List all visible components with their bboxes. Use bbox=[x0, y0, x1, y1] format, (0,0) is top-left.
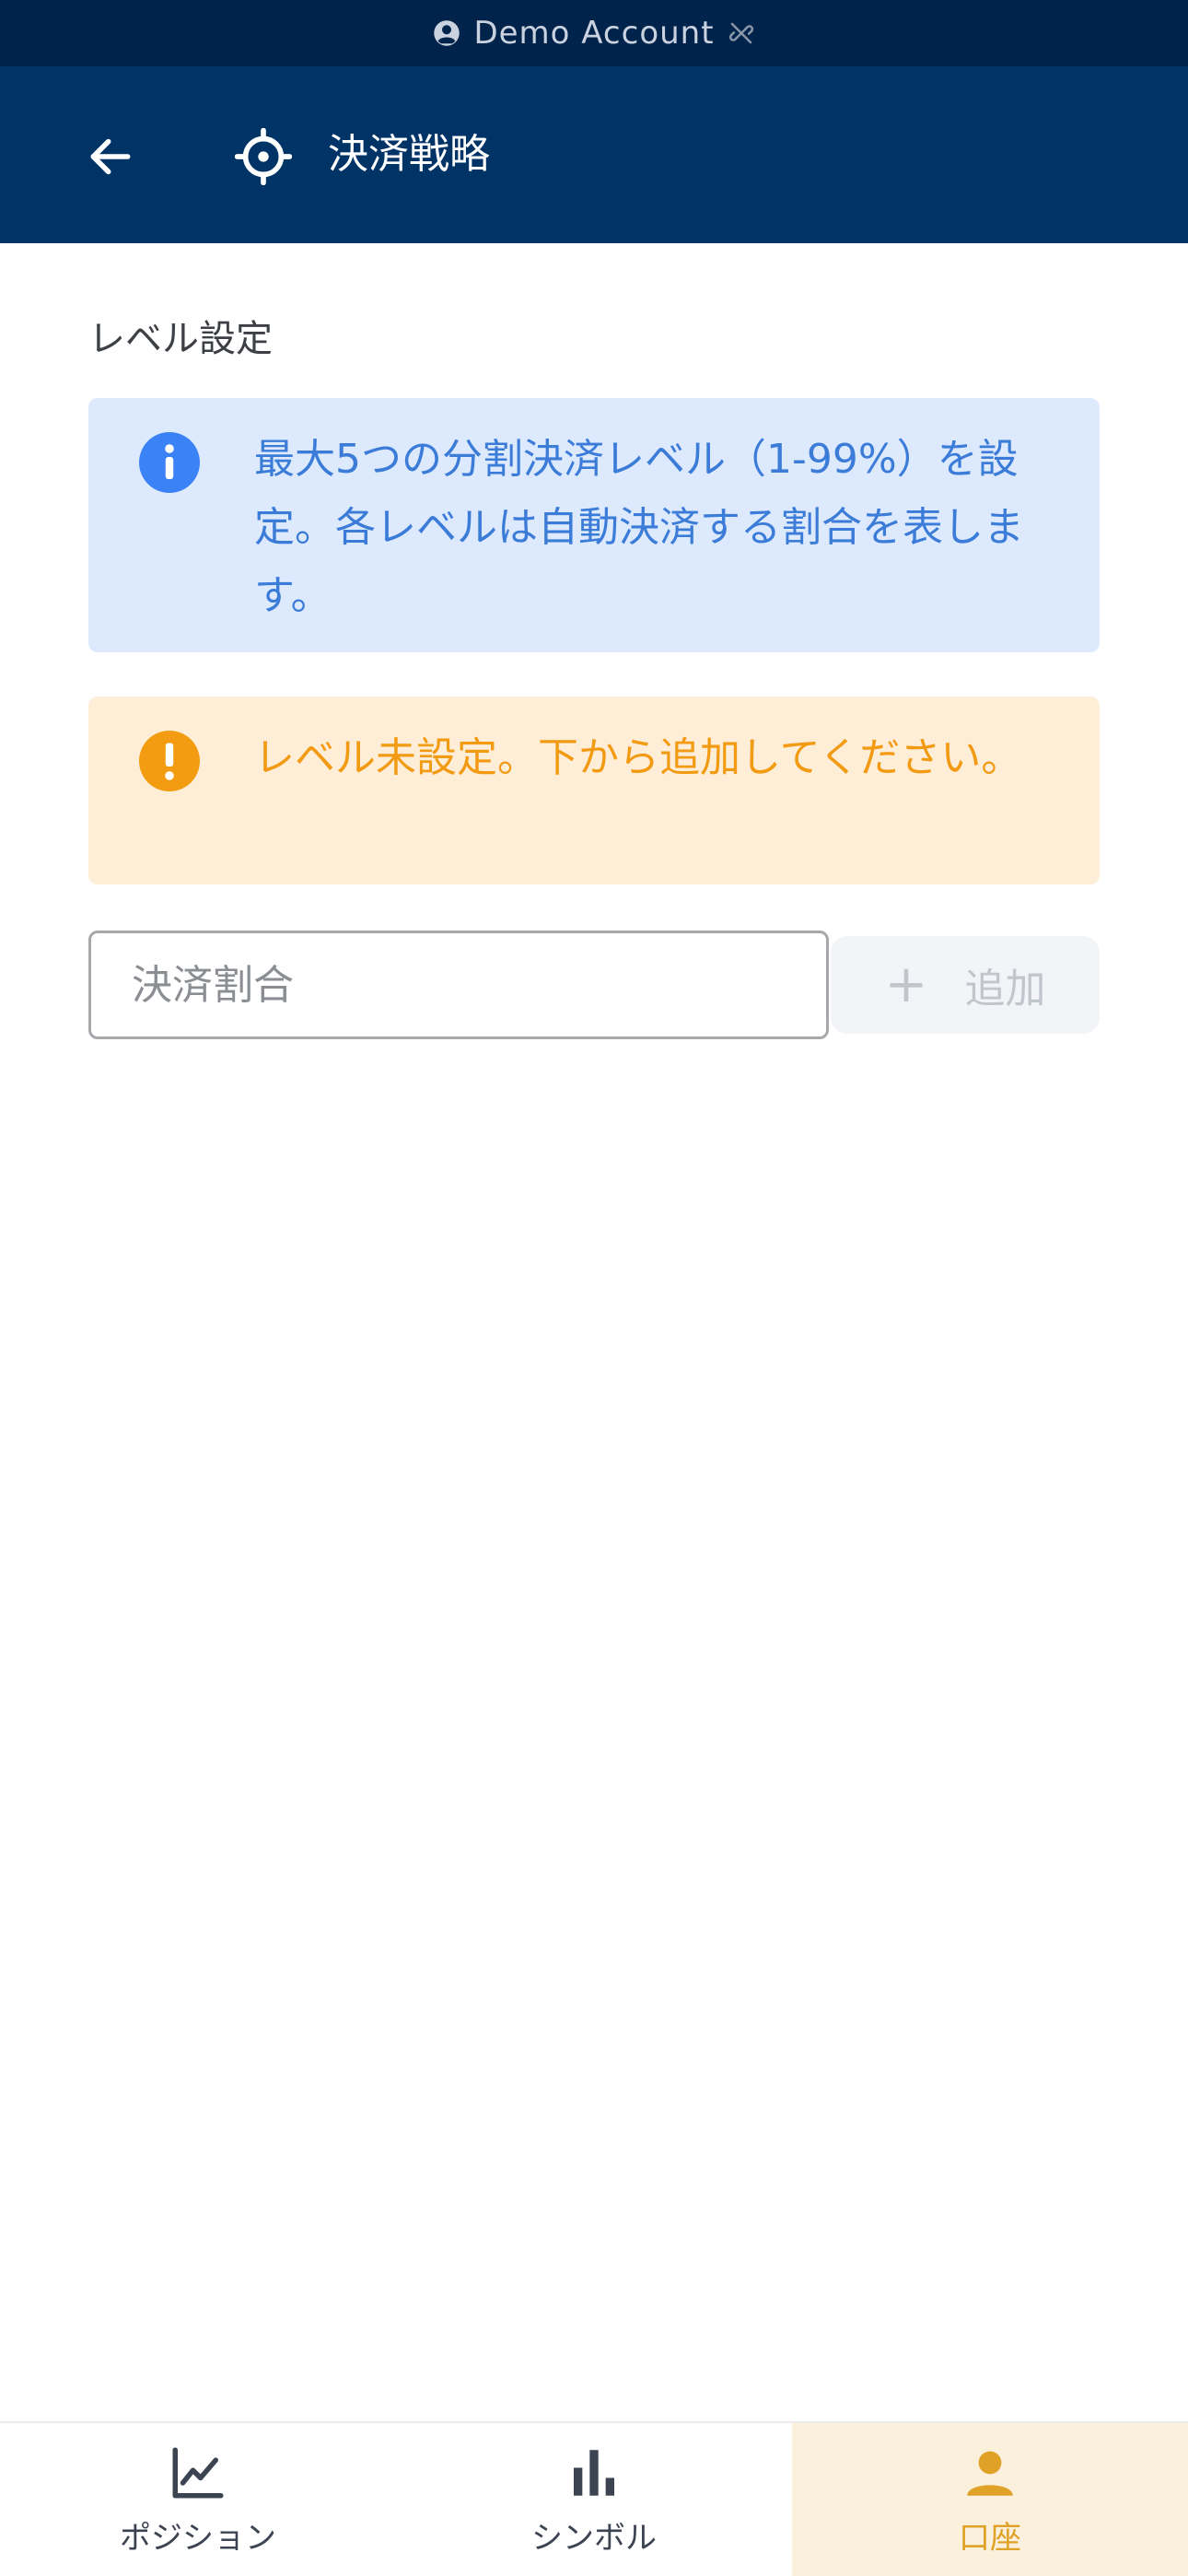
link-off-icon bbox=[728, 22, 753, 44]
warning-banner: レベル未設定。下から追加してください。 bbox=[88, 697, 1100, 884]
warning-text: レベル未設定。下から追加してください。 bbox=[254, 734, 1022, 781]
nav-item-account[interactable]: 口座 bbox=[792, 2423, 1188, 2576]
bar-chart-icon bbox=[574, 2449, 614, 2496]
nav-label-positions: ポジション bbox=[120, 2519, 276, 2557]
bottom-nav: ポジション シンボル 口座 bbox=[0, 2421, 1188, 2576]
page-title: 決済戦略 bbox=[328, 131, 490, 178]
info-banner: 最大5つの分割決済レベル（1-99%）を設定。各レベルは自動決済する割合を表しま… bbox=[88, 398, 1100, 652]
section-label: レベル設定 bbox=[88, 318, 273, 360]
add-level-label: 追加 bbox=[964, 966, 1046, 1013]
person-icon bbox=[967, 2451, 1013, 2496]
account-circle-icon bbox=[434, 20, 460, 46]
app-bar: 決済戦略 bbox=[0, 66, 1188, 243]
account-label: Demo Account bbox=[473, 15, 715, 52]
nav-label-symbols: シンボル bbox=[531, 2519, 657, 2557]
nav-item-positions[interactable]: ポジション bbox=[0, 2423, 396, 2576]
nav-label-account: 口座 bbox=[959, 2519, 1021, 2557]
arrow-left-icon bbox=[90, 138, 131, 175]
crosshair-target-icon bbox=[235, 128, 292, 185]
nav-item-symbols[interactable]: シンボル bbox=[396, 2423, 792, 2576]
plus-icon: + bbox=[884, 954, 928, 1014]
info-text: 最大5つの分割決済レベル（1-99%）を設定。各レベルは自動決済する割合を表しま… bbox=[254, 436, 1024, 619]
line-chart-icon bbox=[172, 2447, 224, 2498]
exclamation-icon bbox=[139, 731, 200, 791]
status-bar: Demo Account bbox=[0, 0, 1188, 66]
add-level-button[interactable]: + 追加 bbox=[831, 936, 1100, 1034]
back-button[interactable] bbox=[81, 127, 140, 186]
info-icon bbox=[139, 432, 200, 493]
close-percent-input[interactable] bbox=[88, 931, 829, 1039]
